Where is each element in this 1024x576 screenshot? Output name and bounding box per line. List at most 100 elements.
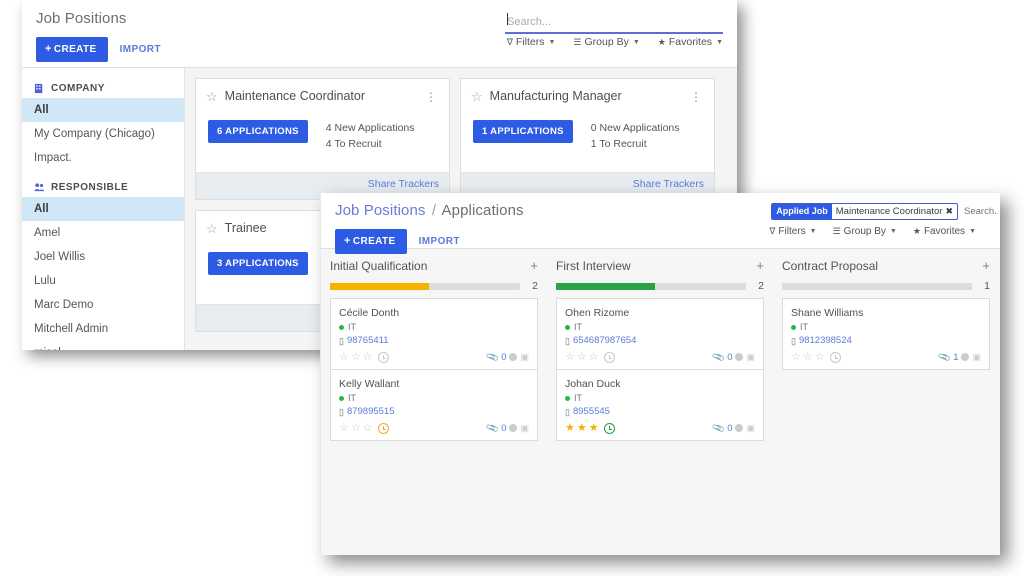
- phone-icon: ▯: [339, 334, 344, 348]
- applications-button[interactable]: 3 APPLICATIONS: [208, 252, 308, 275]
- star-icon[interactable]: ☆: [565, 351, 575, 363]
- favorite-star-icon[interactable]: ☆: [206, 222, 218, 235]
- activity-clock-icon[interactable]: [604, 423, 615, 434]
- favorite-star-icon[interactable]: ☆: [206, 90, 218, 103]
- applicant-name: Johan Duck: [565, 377, 755, 391]
- activity-clock-icon[interactable]: [378, 352, 389, 363]
- chevron-down-icon: ▼: [810, 228, 817, 235]
- create-button[interactable]: +CREATE: [335, 229, 407, 254]
- add-record-icon[interactable]: +: [530, 259, 538, 273]
- progress-bar[interactable]: [330, 283, 520, 290]
- applicant-phone: ▯8955545: [565, 405, 755, 419]
- activity-clock-icon[interactable]: [830, 352, 841, 363]
- close-icon[interactable]: ✖: [945, 206, 957, 217]
- add-record-icon[interactable]: +: [756, 259, 764, 273]
- tag-label: IT: [574, 391, 582, 405]
- applicant-tag: IT: [565, 391, 755, 405]
- tag-label: IT: [348, 391, 356, 405]
- applicant-tag: IT: [339, 320, 529, 334]
- favorites-dropdown[interactable]: ★ Favorites ▼: [913, 226, 976, 237]
- share-trackers-link[interactable]: Share Trackers: [633, 178, 704, 190]
- star-icon[interactable]: ☆: [815, 351, 825, 363]
- column-progress: 2: [556, 280, 764, 292]
- search-input[interactable]: [505, 15, 723, 34]
- import-button[interactable]: IMPORT: [419, 236, 460, 247]
- import-button[interactable]: IMPORT: [120, 44, 161, 55]
- applicant-phone: ▯9812398524: [791, 334, 981, 348]
- favorite-star-icon[interactable]: ☆: [471, 90, 483, 103]
- job-card-title: Manufacturing Manager: [490, 89, 683, 104]
- camera-icon: ▣: [520, 423, 529, 434]
- application-card[interactable]: Shane Williams IT ▯9812398524 ☆ ☆ ☆ 📎 1: [782, 298, 990, 370]
- group-by-dropdown[interactable]: ☰ Group By ▼: [833, 226, 897, 237]
- add-record-icon[interactable]: +: [982, 259, 990, 273]
- kanban-column-first-interview: First Interview + 2 Ohen Rizome IT ▯6546…: [547, 249, 773, 555]
- favorites-dropdown[interactable]: ★ Favorites ▼: [658, 36, 723, 48]
- kebab-menu-icon[interactable]: ⋮: [425, 92, 439, 102]
- sidebar-item-misel[interactable]: misel: [22, 341, 184, 350]
- star-icon[interactable]: ☆: [363, 422, 373, 434]
- card-indicators: 📎 0 ▣: [713, 423, 755, 434]
- card-indicators: 📎 0 ▣: [487, 352, 529, 363]
- application-card[interactable]: Johan Duck IT ▯8955545 ★ ★ ★ 📎 0: [556, 369, 764, 441]
- sidebar-item-amel[interactable]: Amel: [22, 221, 184, 245]
- star-icon[interactable]: ★: [565, 422, 575, 434]
- star-icon[interactable]: ★: [589, 422, 599, 434]
- group-by-dropdown[interactable]: ☰ Group By ▼: [573, 36, 639, 48]
- progress-bar[interactable]: [556, 283, 746, 290]
- star-icon[interactable]: ☆: [339, 422, 349, 434]
- application-card[interactable]: Kelly Wallant IT ▯879895515 ☆ ☆ ☆ 📎 0: [330, 369, 538, 441]
- job-card-header: ☆ Maintenance Coordinator ⋮: [196, 79, 449, 104]
- star-icon[interactable]: ☆: [791, 351, 801, 363]
- applicant-name: Kelly Wallant: [339, 377, 529, 391]
- sidebar-item-all-responsible[interactable]: All: [22, 197, 184, 221]
- avatar: [509, 353, 517, 361]
- sidebar-item-joel-willis[interactable]: Joel Willis: [22, 245, 184, 269]
- sidebar-item-impact[interactable]: Impact.: [22, 146, 184, 170]
- column-count: 2: [528, 280, 538, 292]
- building-icon: [34, 83, 45, 94]
- column-progress: 1: [782, 280, 990, 292]
- star-icon[interactable]: ☆: [803, 351, 813, 363]
- sidebar-item-all-company[interactable]: All: [22, 98, 184, 122]
- column-header: Initial Qualification + 2: [330, 259, 538, 292]
- sidebar-item-marc-demo[interactable]: Marc Demo: [22, 293, 184, 317]
- star-icon[interactable]: ☆: [351, 351, 361, 363]
- column-count: 2: [754, 280, 764, 292]
- applications-button[interactable]: 1 APPLICATIONS: [473, 120, 573, 143]
- avatar: [961, 353, 969, 361]
- applications-button[interactable]: 6 APPLICATIONS: [208, 120, 308, 143]
- phone-icon: ▯: [565, 334, 570, 348]
- sidebar-item-my-company[interactable]: My Company (Chicago): [22, 122, 184, 146]
- filters-dropdown[interactable]: ∇ Filters ▼: [507, 36, 556, 48]
- filters-label: Filters: [516, 36, 545, 48]
- applicant-phone: ▯879895515: [339, 405, 529, 419]
- application-card[interactable]: Cécile Donth IT ▯98765411 ☆ ☆ ☆ 📎 0: [330, 298, 538, 370]
- applied-job-facet[interactable]: Applied Job Maintenance Coordinator ✖: [771, 203, 958, 220]
- activity-clock-icon[interactable]: [604, 352, 615, 363]
- sidebar-item-mitchell-admin[interactable]: Mitchell Admin: [22, 317, 184, 341]
- job-position-card[interactable]: ☆ Maintenance Coordinator ⋮ 6 APPLICATIO…: [195, 78, 450, 200]
- sidebar-section-title: COMPANY: [51, 83, 105, 94]
- facet-label: Applied Job: [772, 204, 832, 219]
- sidebar-item-lulu[interactable]: Lulu: [22, 269, 184, 293]
- star-icon[interactable]: ★: [577, 422, 587, 434]
- star-icon[interactable]: ☆: [339, 351, 349, 363]
- breadcrumb-job-positions[interactable]: Job Positions: [335, 202, 426, 219]
- kebab-menu-icon[interactable]: ⋮: [690, 92, 704, 102]
- filters-dropdown[interactable]: ∇ Filters ▼: [769, 226, 816, 237]
- favorites-label: Favorites: [669, 36, 712, 48]
- tag-label: IT: [574, 320, 582, 334]
- star-icon[interactable]: ☆: [351, 422, 361, 434]
- star-icon[interactable]: ☆: [589, 351, 599, 363]
- search-input[interactable]: [962, 205, 1000, 218]
- progress-bar[interactable]: [782, 283, 972, 290]
- create-button[interactable]: +CREATE: [36, 37, 108, 62]
- star-icon[interactable]: ☆: [577, 351, 587, 363]
- job-position-card[interactable]: ☆ Manufacturing Manager ⋮ 1 APPLICATIONS…: [460, 78, 715, 200]
- tag-label: IT: [348, 320, 356, 334]
- star-icon[interactable]: ☆: [363, 351, 373, 363]
- share-trackers-link[interactable]: Share Trackers: [368, 178, 439, 190]
- application-card[interactable]: Ohen Rizome IT ▯654687987654 ☆ ☆ ☆ 📎 0: [556, 298, 764, 370]
- activity-clock-icon[interactable]: [378, 423, 389, 434]
